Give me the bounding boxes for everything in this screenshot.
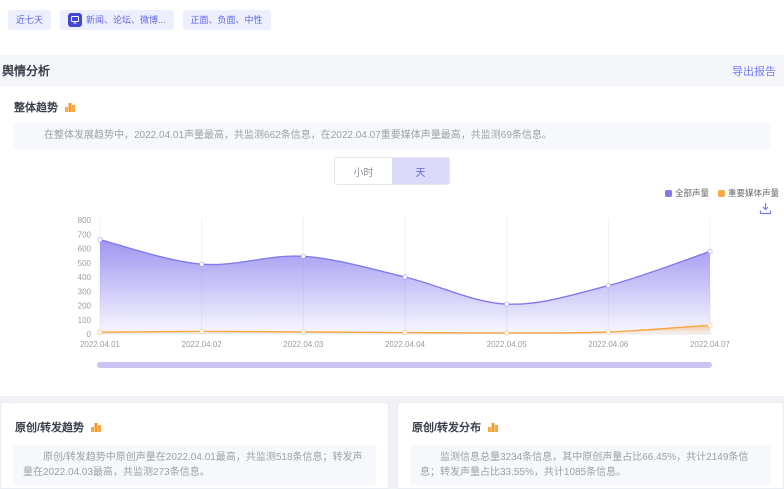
data-point-dot[interactable] xyxy=(403,275,407,279)
y-tick-label: 0 xyxy=(87,330,92,339)
x-tick-label: 2022.04.04 xyxy=(385,340,426,349)
data-point-dot[interactable] xyxy=(403,330,407,334)
x-tick-label: 2022.04.07 xyxy=(690,340,731,349)
origin-repost-trend-title-row: 原创/转发趋势 xyxy=(15,419,102,435)
data-point-dot[interactable] xyxy=(708,323,712,327)
chart-legend: 全部声量 重要媒体声量 xyxy=(665,187,779,199)
legend-label-media-volume: 重要媒体声量 xyxy=(728,187,779,199)
granularity-hour-button[interactable]: 小时 xyxy=(335,158,392,184)
granularity-toggle: 小时 天 xyxy=(334,157,450,185)
y-tick-label: 100 xyxy=(78,316,92,325)
y-tick-label: 200 xyxy=(78,302,92,311)
legend-swatch-all-volume xyxy=(665,190,672,197)
filter-source-label: 新闻、论坛、微博... xyxy=(86,10,166,30)
page: 近七天 新闻、论坛、微博... 正面、负面、中性 舆情分析 导出报告 整体趋势 … xyxy=(0,0,784,489)
data-point-dot[interactable] xyxy=(505,302,509,306)
data-point-dot[interactable] xyxy=(301,330,305,334)
x-tick-label: 2022.04.06 xyxy=(588,340,629,349)
origin-repost-trend-summary: 原创/转发趋势中原创声量在2022.04.01最高，共监测518条信息；转发声量… xyxy=(13,445,376,485)
podium-chart-icon xyxy=(487,421,499,433)
data-point-dot[interactable] xyxy=(606,283,610,287)
y-tick-label: 600 xyxy=(78,245,92,254)
origin-repost-distribution-title-row: 原创/转发分布 xyxy=(412,419,499,435)
overall-trend-summary: 在整体发展趋势中，2022.04.01声量最高，共监测662条信息，在2022.… xyxy=(14,122,770,149)
x-tick-label: 2022.04.03 xyxy=(283,340,324,349)
filter-sentiment-label: 正面、负面、中性 xyxy=(191,10,263,30)
data-point-dot[interactable] xyxy=(200,262,204,266)
page-title: 舆情分析 xyxy=(2,62,50,79)
x-tick-label: 2022.04.02 xyxy=(182,340,223,349)
data-point-dot[interactable] xyxy=(200,329,204,333)
overall-trend-title-row: 整体趋势 xyxy=(14,99,76,115)
origin-repost-distribution-card: 原创/转发分布 监测信息总量3234条信息，其中原创声量占比66.45%，共计2… xyxy=(397,402,784,489)
origin-repost-trend-card: 原创/转发趋势 原创/转发趋势中原创声量在2022.04.01最高，共监测518… xyxy=(0,402,389,489)
y-tick-label: 800 xyxy=(78,216,92,225)
filter-time-chip[interactable]: 近七天 xyxy=(8,10,51,30)
origin-repost-trend-title: 原创/转发趋势 xyxy=(15,419,84,435)
origin-repost-distribution-title: 原创/转发分布 xyxy=(412,419,481,435)
data-point-dot[interactable] xyxy=(708,249,712,253)
section-header: 舆情分析 导出报告 xyxy=(0,55,784,86)
podium-chart-icon xyxy=(64,101,76,113)
overall-trend-card: 整体趋势 在整体发展趋势中，2022.04.01声量最高，共监测662条信息，在… xyxy=(0,86,784,396)
data-point-dot[interactable] xyxy=(98,330,102,334)
overall-trend-title: 整体趋势 xyxy=(14,99,58,115)
data-point-dot[interactable] xyxy=(505,331,509,335)
podium-chart-icon xyxy=(90,421,102,433)
y-tick-label: 500 xyxy=(78,259,92,268)
filter-bar: 近七天 新闻、论坛、微博... 正面、负面、中性 xyxy=(8,10,271,30)
data-point-dot[interactable] xyxy=(301,254,305,258)
y-tick-label: 300 xyxy=(78,287,92,296)
legend-item-all-volume[interactable]: 全部声量 xyxy=(665,187,709,199)
filter-time-label: 近七天 xyxy=(16,10,43,30)
filter-sentiment-chip[interactable]: 正面、负面、中性 xyxy=(183,10,271,30)
datazoom-slider[interactable] xyxy=(97,362,712,368)
source-icon xyxy=(68,13,82,27)
filter-source-chip[interactable]: 新闻、论坛、微博... xyxy=(60,10,174,30)
trend-chart[interactable]: 0 100 200 300 400 500 600 700 800 2022.04.01 2022.… xyxy=(0,205,784,355)
data-point-dot[interactable] xyxy=(606,330,610,334)
legend-label-all-volume: 全部声量 xyxy=(675,187,709,199)
x-tick-label: 2022.04.01 xyxy=(80,340,121,349)
legend-swatch-media-volume xyxy=(718,190,725,197)
y-tick-label: 700 xyxy=(78,230,92,239)
x-tick-label: 2022.04.05 xyxy=(487,340,528,349)
export-report-link[interactable]: 导出报告 xyxy=(732,63,776,79)
y-tick-label: 400 xyxy=(78,273,92,282)
legend-item-media-volume[interactable]: 重要媒体声量 xyxy=(718,187,779,199)
data-point-dot[interactable] xyxy=(98,238,102,242)
granularity-day-button[interactable]: 天 xyxy=(392,158,449,184)
origin-repost-distribution-summary: 监测信息总量3234条信息，其中原创声量占比66.45%，共计2149条信息；转… xyxy=(410,445,771,485)
